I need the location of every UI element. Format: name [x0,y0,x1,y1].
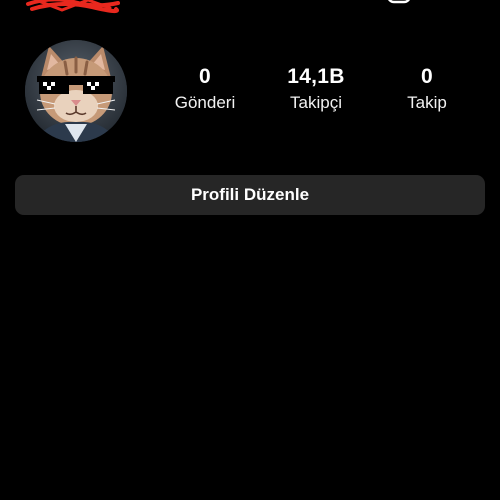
cat-with-pixel-sunglasses-avatar [25,40,127,142]
stat-following[interactable]: 0 Takip [372,62,482,114]
top-app-bar [0,0,500,22]
following-label: Takip [407,93,447,112]
profile-page: 0 Gönderi 14,1B Takipçi 0 Takip Profili … [0,0,500,500]
stat-followers[interactable]: 14,1B Takipçi [261,62,371,114]
stat-posts[interactable]: 0 Gönderi [150,62,260,114]
followers-label: Takipçi [290,93,342,112]
add-square-icon[interactable] [386,0,412,6]
followers-count: 14,1B [287,65,345,88]
hamburger-menu-icon[interactable] [446,0,472,6]
posts-label: Gönderi [174,93,236,112]
edit-profile-button[interactable]: Profili Düzenle [15,175,485,215]
username-redaction-scribble [26,0,120,14]
avatar[interactable] [25,40,127,142]
profile-stats: 0 Gönderi 14,1B Takipçi 0 Takip [150,62,490,122]
posts-count: 0 [199,65,211,88]
following-count: 0 [421,65,433,88]
